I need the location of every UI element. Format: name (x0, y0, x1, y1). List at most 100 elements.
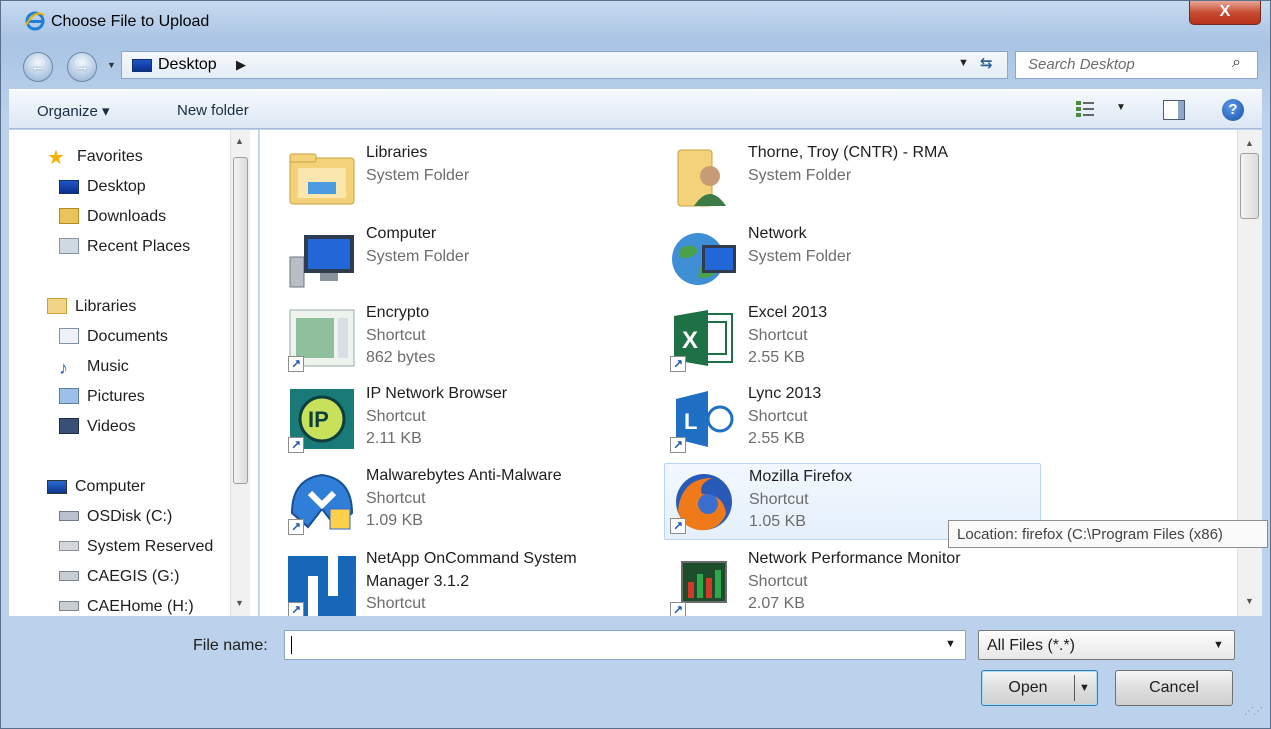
open-options-dropdown-icon[interactable]: ▼ (1079, 671, 1090, 705)
documents-icon (59, 328, 79, 344)
network-drive-icon (59, 601, 79, 611)
nav-downloads[interactable]: Downloads (59, 208, 166, 232)
nav-pictures[interactable]: Pictures (59, 388, 145, 412)
nav-desktop[interactable]: Desktop (59, 178, 146, 202)
item-type: Shortcut (366, 408, 426, 425)
shortcut-arrow-icon: ↗ (288, 437, 304, 453)
music-icon: ♪ (59, 358, 68, 378)
item-type: Shortcut (748, 573, 808, 590)
shortcut-arrow-icon: ↗ (670, 356, 686, 372)
list-item-netapp[interactable]: ↗ NetApp OnCommand System Manager 3.1.2 … (286, 548, 656, 616)
new-folder-button[interactable]: New folder (177, 102, 249, 119)
search-icon[interactable]: ⌕ (1232, 54, 1241, 72)
file-name-input[interactable]: ▼ (284, 630, 966, 660)
item-type: System Folder (748, 248, 852, 265)
item-size: 2.55 KB (748, 349, 805, 366)
list-item-ip-network-browser[interactable]: IP ↗ IP Network Browser Shortcut 2.11 KB (286, 383, 656, 455)
change-view-icon[interactable] (1075, 100, 1095, 118)
user-folder-icon (677, 149, 726, 207)
navigation-pane[interactable]: ★ Favorites Desktop Downloads Recent Plac… (9, 130, 258, 616)
scroll-down-icon[interactable]: ▼ (1245, 596, 1254, 606)
computer-icon (289, 235, 354, 288)
item-size: 2.11 KB (366, 430, 422, 447)
nav-computer[interactable]: Computer (47, 478, 145, 502)
network-globe-icon (672, 233, 736, 285)
scroll-down-icon[interactable]: ▼ (235, 598, 244, 608)
item-name: IP Network Browser (366, 385, 508, 402)
nav-recent-places[interactable]: Recent Places (59, 238, 190, 262)
list-item-network[interactable]: Network System Folder (668, 223, 1038, 295)
item-size: 862 bytes (366, 349, 436, 366)
shortcut-arrow-icon: ↗ (288, 519, 304, 535)
nav-videos[interactable]: Videos (59, 418, 136, 442)
videos-icon (59, 418, 79, 434)
nav-documents[interactable]: Documents (59, 328, 168, 352)
libraries-icon (47, 298, 67, 314)
list-item-encrypto[interactable]: ↗ Encrypto Shortcut 862 bytes (286, 302, 656, 374)
address-bar[interactable]: Desktop ▶ ▼ ⇆ (121, 51, 1008, 79)
back-button[interactable]: ← (23, 52, 53, 82)
breadcrumb-desktop[interactable]: Desktop (158, 56, 217, 74)
item-type: System Folder (748, 167, 852, 184)
text-caret (291, 636, 292, 654)
computer-icon (47, 480, 67, 494)
item-type: Shortcut (366, 327, 426, 344)
list-item-network-performance-monitor[interactable]: ↗ Network Performance Monitor Shortcut 2… (668, 548, 1038, 616)
network-drive-icon (59, 571, 79, 581)
list-item-libraries[interactable]: Libraries System Folder (286, 142, 656, 214)
scroll-up-icon[interactable]: ▲ (1245, 138, 1254, 148)
nav-scroll-thumb[interactable] (233, 157, 248, 484)
nav-caehome[interactable]: CAEHome (H:) (59, 598, 194, 616)
downloads-icon (59, 208, 79, 224)
item-name: Lync 2013 (748, 385, 822, 402)
help-icon[interactable]: ? (1222, 99, 1244, 121)
file-name-dropdown-icon[interactable]: ▼ (945, 638, 956, 650)
list-item-computer[interactable]: Computer System Folder (286, 223, 656, 295)
nav-caegis[interactable]: CAEGIS (G:) (59, 568, 179, 592)
forward-button[interactable]: → (67, 52, 97, 82)
file-type-select[interactable]: All Files (*.*) ▼ (978, 630, 1235, 660)
file-name-label: File name: (193, 637, 268, 654)
nav-system-reserved[interactable]: System Reserved (59, 538, 213, 562)
item-name: Encrypto (366, 304, 430, 321)
libraries-folder-icon (289, 153, 355, 205)
close-button[interactable]: X (1189, 1, 1261, 25)
refresh-icon[interactable]: ⇆ (980, 54, 993, 72)
list-item-user-folder[interactable]: Thorne, Troy (CNTR) - RMA System Folder (668, 142, 1038, 214)
resize-grip-icon[interactable]: ⋰⋰ (1244, 706, 1263, 717)
list-item-lync[interactable]: L ↗ Lync 2013 Shortcut 2.55 KB (668, 383, 1038, 455)
scroll-up-icon[interactable]: ▲ (235, 136, 244, 146)
nav-scrollbar[interactable]: ▲ ▼ (230, 130, 250, 616)
view-dropdown-icon[interactable]: ▼ (1116, 102, 1126, 113)
organize-button[interactable]: Organize ▾ (37, 102, 110, 120)
open-button-label: Open (1008, 679, 1048, 696)
recent-locations-dropdown[interactable]: ▼ (107, 60, 116, 70)
item-name-line2: Manager 3.1.2 (366, 573, 470, 590)
star-icon: ★ (47, 147, 65, 169)
item-type: System Folder (366, 248, 470, 265)
list-item-excel[interactable]: X ↗ Excel 2013 Shortcut 2.55 KB (668, 302, 1038, 374)
open-button[interactable]: Open ▼ (981, 670, 1098, 706)
item-type: Shortcut (366, 595, 426, 612)
nav-libraries[interactable]: Libraries (47, 298, 136, 322)
item-type: Shortcut (748, 408, 808, 425)
search-box[interactable]: Search Desktop ⌕ (1015, 51, 1258, 79)
file-list-scroll-thumb[interactable] (1240, 153, 1259, 219)
back-arrow-icon: ← (30, 58, 46, 75)
svg-text:L: L (684, 409, 697, 434)
preview-pane-icon[interactable] (1163, 100, 1185, 120)
nav-favorites[interactable]: ★ Favorites (47, 148, 143, 172)
breadcrumb-arrow-icon[interactable]: ▶ (236, 57, 246, 73)
desktop-icon (59, 180, 79, 194)
command-toolbar: Organize ▾ New folder ▼ ? (9, 89, 1262, 129)
search-input[interactable]: Search Desktop (1028, 56, 1135, 73)
address-dropdown-icon[interactable]: ▼ (958, 57, 969, 69)
file-type-dropdown-icon[interactable]: ▼ (1213, 639, 1224, 651)
list-item-malwarebytes[interactable]: ↗ Malwarebytes Anti-Malware Shortcut 1.0… (286, 465, 656, 537)
nav-osdisk[interactable]: OSDisk (C:) (59, 508, 172, 532)
item-name: Mozilla Firefox (749, 468, 853, 485)
shortcut-arrow-icon: ↗ (288, 356, 304, 372)
item-size: 1.05 KB (749, 513, 806, 530)
nav-music[interactable]: ♪ Music (59, 358, 129, 382)
cancel-button[interactable]: Cancel (1115, 670, 1233, 706)
